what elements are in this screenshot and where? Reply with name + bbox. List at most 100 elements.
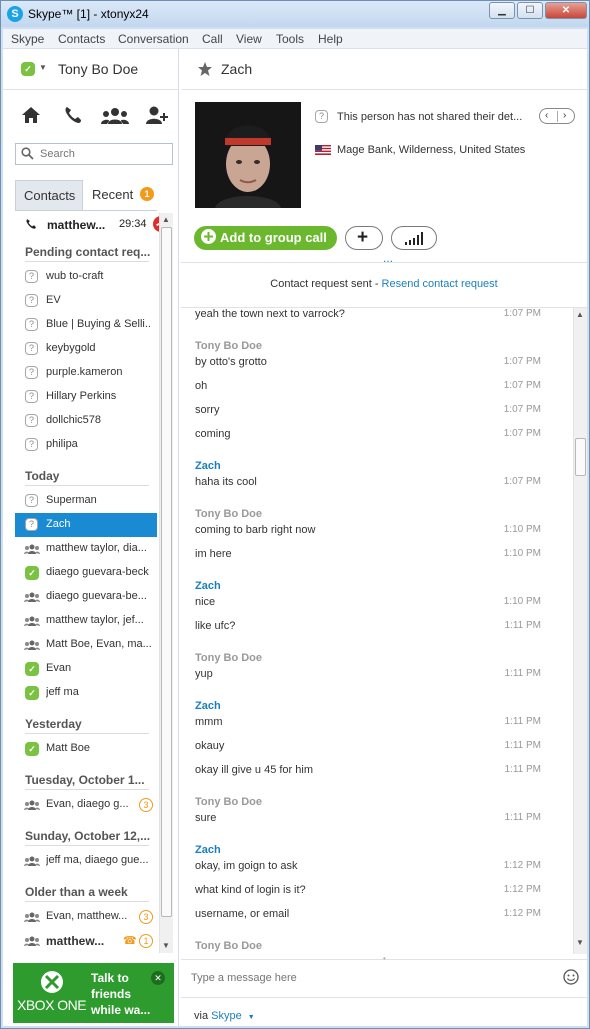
contact-list-item[interactable]: Evan, matthew... 3: [15, 905, 157, 929]
contact-list-item[interactable]: ? dollchic578: [15, 409, 157, 433]
scroll-down-icon[interactable]: ▼: [576, 938, 584, 947]
contact-list-item[interactable]: ? EV: [15, 289, 157, 313]
message-input[interactable]: [191, 967, 551, 989]
contact-list-item[interactable]: ✓ Matt Boe: [15, 737, 157, 761]
scrollbar-thumb[interactable]: [161, 227, 172, 917]
group-icon: [24, 912, 40, 922]
contact-list-item[interactable]: ✓ jeff ma: [15, 681, 157, 705]
question-icon: ?: [25, 318, 38, 331]
next-arrow-icon[interactable]: ›: [563, 110, 566, 121]
contact-list-item[interactable]: diaego guevara-be...: [15, 585, 157, 609]
scroll-down-icon[interactable]: ▼: [162, 941, 170, 950]
message-text: haha its cool: [195, 476, 257, 488]
contact-list-item[interactable]: ? philipa: [15, 433, 157, 457]
message-time: 1:11 PM: [504, 716, 542, 727]
message-row: okay ill give u 45 for him 1:11 PM: [195, 764, 541, 780]
contact-name: Hillary Perkins: [46, 390, 117, 402]
contact-list-item[interactable]: ? wub to-craft: [15, 265, 157, 289]
menu-tools[interactable]: Tools: [276, 32, 304, 46]
request-sent-text: Contact request sent -: [270, 278, 382, 290]
section-pending: Pending contact req...: [25, 245, 151, 259]
maximize-button[interactable]: ☐: [517, 2, 543, 19]
contact-name: jeff ma: [46, 686, 79, 698]
active-call-row[interactable]: matthew... 29:34: [15, 213, 169, 237]
add-to-group-call-button[interactable]: Add to group call: [194, 226, 337, 250]
contact-list-item[interactable]: ? Superman: [15, 489, 157, 513]
status-selector[interactable]: ✓ ▼: [19, 61, 49, 77]
contact-list-item[interactable]: ? Blue | Buying & Selli...: [15, 313, 157, 337]
message-text: by otto's grotto: [195, 356, 267, 368]
group-icon: [24, 592, 40, 602]
tab-contacts-label: Contacts: [24, 188, 76, 203]
message-text: sure: [195, 812, 217, 824]
message-time: 1:07 PM: [503, 404, 541, 415]
contact-list-item[interactable]: ✓ Evan: [15, 657, 157, 681]
via-selector[interactable]: via Skype ▼: [194, 1010, 255, 1022]
contact-avatar[interactable]: [195, 102, 301, 208]
contact-list-item[interactable]: ? keybygold: [15, 337, 157, 361]
add-more-button[interactable]: +: [345, 226, 383, 250]
contact-name: matthew taylor, dia...: [46, 542, 147, 554]
contact-name: diaego guevara-be...: [46, 590, 147, 602]
contact-list-item[interactable]: matthew taylor, dia...: [15, 537, 157, 561]
message-text: oh: [195, 380, 208, 392]
home-icon[interactable]: [21, 105, 43, 125]
menu-view[interactable]: View: [236, 32, 262, 46]
group-icon[interactable]: [101, 107, 129, 125]
group-icon: [24, 800, 40, 810]
close-ad-button[interactable]: ✕: [151, 971, 165, 985]
menu-skype[interactable]: Skype: [11, 32, 44, 46]
contacts-scrollbar[interactable]: ▲ ▼: [159, 213, 173, 953]
favorite-star-icon[interactable]: [197, 61, 213, 80]
scrollbar-thumb[interactable]: [575, 438, 586, 476]
add-to-group-call-label: Add to group call: [220, 230, 327, 245]
message-text: okauy: [195, 740, 225, 752]
message-text: what kind of login is it?: [195, 884, 306, 896]
more-options[interactable]: ...: [383, 251, 393, 265]
resize-handle[interactable]: •: [383, 954, 386, 963]
phone-icon[interactable]: [63, 105, 85, 125]
divider: [557, 111, 558, 122]
menu-contacts[interactable]: Contacts: [58, 32, 105, 46]
contact-list-item[interactable]: ? Hillary Perkins: [15, 385, 157, 409]
scroll-up-icon[interactable]: ▲: [576, 310, 584, 319]
group-icon: [24, 856, 40, 866]
message-row: sorry 1:07 PM: [195, 404, 541, 420]
menu-call[interactable]: Call: [202, 32, 223, 46]
tab-recent[interactable]: Recent 1: [83, 180, 159, 210]
message-text: coming: [195, 428, 231, 440]
prev-arrow-icon[interactable]: ‹: [545, 110, 548, 121]
contact-list-item[interactable]: ? purple.kameron: [15, 361, 157, 385]
menu-conversation[interactable]: Conversation: [118, 32, 189, 46]
minimize-button[interactable]: ▁: [489, 2, 515, 19]
close-button[interactable]: ✕: [545, 2, 587, 19]
tab-contacts[interactable]: Contacts: [15, 180, 83, 210]
contact-list-item[interactable]: Matt Boe, Evan, ma...: [15, 633, 157, 657]
resend-request-link[interactable]: Resend contact request: [382, 278, 498, 290]
emoticon-icon[interactable]: [563, 969, 579, 988]
add-contact-icon[interactable]: [145, 105, 169, 125]
xbox-ad-banner[interactable]: XBOX ONE Talk to friends while wa... ✕: [13, 963, 174, 1023]
title-bar[interactable]: S Skype™ [1] - xtonyx24 ▁ ☐ ✕: [1, 1, 589, 27]
active-call-time: 29:34: [119, 218, 147, 230]
menu-help[interactable]: Help: [318, 32, 343, 46]
contact-list-item[interactable]: ✓ diaego guevara-beck: [15, 561, 157, 585]
search-input[interactable]: [40, 146, 170, 162]
divider: [3, 89, 179, 90]
contacts-pane: ✓ ▼ Tony Bo Doe Search Contacts Recent 1…: [3, 49, 179, 1026]
contact-list-item[interactable]: ? Zach: [15, 513, 157, 537]
contact-list-item[interactable]: jeff ma, diaego gue...: [15, 849, 157, 873]
chat-scrollbar[interactable]: ▲ ▼: [573, 308, 587, 954]
search-box[interactable]: [15, 143, 173, 165]
phone-call-icon: [25, 218, 37, 233]
contact-list-item[interactable]: matthew... ☎ 1: [15, 929, 157, 953]
via-brand: Skype: [211, 1010, 242, 1022]
contact-request-notice: Contact request sent - Resend contact re…: [181, 278, 587, 290]
message-row: mmm 1:11 PM: [195, 716, 541, 732]
group-icon: [24, 616, 40, 626]
contact-list-item[interactable]: matthew taylor, jef...: [15, 609, 157, 633]
contact-list-item[interactable]: Evan, diaego g... 3: [15, 793, 157, 817]
scroll-up-icon[interactable]: ▲: [162, 215, 170, 224]
profile-name[interactable]: Tony Bo Doe: [58, 61, 138, 77]
call-quality-button[interactable]: [391, 226, 437, 250]
